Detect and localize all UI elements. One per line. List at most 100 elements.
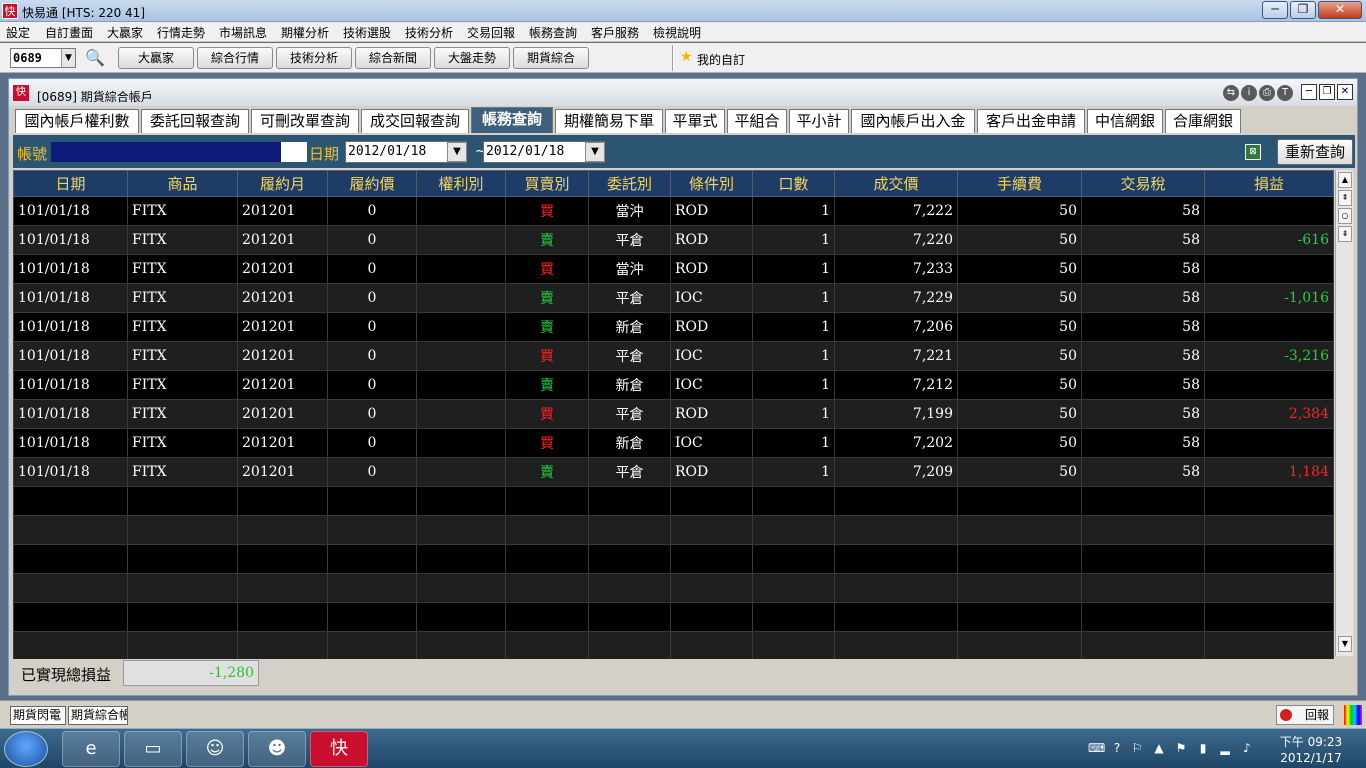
col-strike[interactable]: 履約價 <box>327 170 417 197</box>
close-button[interactable]: ✕ <box>1318 1 1362 19</box>
tab-close-combo[interactable]: 平組合 <box>727 109 787 133</box>
browser-icon[interactable]: e <box>62 731 120 767</box>
tab-fill-reports[interactable]: 成交回報查詢 <box>361 109 469 133</box>
col-fee[interactable]: 手續費 <box>957 170 1082 197</box>
tab-deposit-withdraw[interactable]: 國內帳戶出入金 <box>851 109 975 133</box>
tab-domestic-equity[interactable]: 國內帳戶權利數 <box>15 109 139 133</box>
window-minimize-button[interactable]: ─ <box>1301 84 1317 100</box>
menu-stock-screening[interactable]: 技術選股 <box>343 24 391 41</box>
col-side[interactable]: 買賣別 <box>505 170 589 197</box>
table-row[interactable]: 101/01/18 FITX 201201 0 買當沖 ROD 1 7,233 50 58 <box>13 254 1334 284</box>
table-row[interactable]: 101/01/18 FITX 201201 0 賣平倉 IOC 1 7,229 50 58 -1,0… <box>13 283 1334 313</box>
favorites-link[interactable]: 我的自訂 <box>697 51 745 68</box>
date-to-dropdown-icon[interactable]: ▼ <box>585 142 605 162</box>
tab-withdraw-request[interactable]: 客戶出金申請 <box>977 109 1085 133</box>
requery-button[interactable]: 重新查詢 <box>1277 139 1353 165</box>
menu-technical-analysis[interactable]: 技術分析 <box>405 24 453 41</box>
table-row[interactable]: 101/01/18 FITX 201201 0 賣新倉 IOC 1 7,212 50 58 <box>13 370 1334 400</box>
star-icon[interactable]: ★ <box>680 49 693 65</box>
keyboard-icon[interactable]: ⌨ <box>1088 741 1105 755</box>
menu-customer-service[interactable]: 客戶服務 <box>591 24 639 41</box>
scroll-page-down-icon[interactable]: ⇟ <box>1338 226 1352 242</box>
menu-quotes[interactable]: 行情走勢 <box>157 24 205 41</box>
col-price[interactable]: 成交價 <box>834 170 958 197</box>
print-icon[interactable]: ⎙ <box>1259 85 1275 101</box>
vertical-scrollbar[interactable]: ▲ ⇞ ○ ⇟ ▼ <box>1335 170 1353 656</box>
toolbar-technical-button[interactable]: 技術分析 <box>276 47 352 69</box>
col-tax[interactable]: 交易稅 <box>1081 170 1205 197</box>
search-icon[interactable]: 🔍 <box>84 48 106 68</box>
table-row[interactable]: 101/01/18 FITX 201201 0 買平倉 ROD 1 7,199 50 58 2,38… <box>13 399 1334 429</box>
tab-quick-order[interactable]: 期權簡易下單 <box>555 109 663 133</box>
trading-app-icon[interactable]: 快 <box>310 731 368 767</box>
tab-account-query[interactable]: 帳務查詢 <box>471 107 553 133</box>
tab-close-subtotal[interactable]: 平小計 <box>789 109 849 133</box>
network-icon[interactable]: ▂ <box>1218 741 1232 755</box>
status-tab-futures-account[interactable]: 期貨綜合帳戶 <box>68 706 128 725</box>
scroll-down-icon[interactable]: ▼ <box>1338 636 1352 652</box>
window-restore-button[interactable]: ❐ <box>1319 84 1335 100</box>
col-product[interactable]: 商品 <box>127 170 238 197</box>
help-icon[interactable]: ? <box>1110 741 1124 755</box>
info-icon[interactable]: i <box>1241 85 1257 101</box>
col-condition[interactable]: 條件別 <box>670 170 753 197</box>
table-row[interactable]: 101/01/18 FITX 201201 0 賣平倉 ROD 1 7,220 50 58 -616 <box>13 225 1334 255</box>
maximize-button[interactable]: ❐ <box>1290 1 1316 19</box>
table-row[interactable]: 101/01/18 FITX 201201 0 買新倉 IOC 1 7,202 50 58 <box>13 428 1334 458</box>
col-month[interactable]: 履約月 <box>237 170 328 197</box>
col-qty[interactable]: 口數 <box>752 170 835 197</box>
tray-expand-icon[interactable]: ▲ <box>1152 741 1166 755</box>
toolbar-big-winner-button[interactable]: 大贏家 <box>118 47 194 69</box>
scroll-page-up-icon[interactable]: ⇞ <box>1338 190 1352 206</box>
date-from-dropdown-icon[interactable]: ▼ <box>447 142 467 162</box>
export-icon[interactable]: ⊠ <box>1245 144 1261 160</box>
table-row[interactable]: 101/01/18 FITX 201201 0 買當沖 ROD 1 7,222 50 58 <box>13 196 1334 226</box>
account-field[interactable] <box>51 142 281 162</box>
cell-condition: ROD <box>670 196 753 226</box>
code-dropdown-icon[interactable]: ▼ <box>61 49 75 67</box>
menu-big-winner[interactable]: 大贏家 <box>107 24 143 41</box>
start-button[interactable] <box>4 731 48 767</box>
menu-market-news[interactable]: 市場訊息 <box>219 24 267 41</box>
ime-icon[interactable]: ⚐ <box>1130 741 1144 755</box>
table-row[interactable]: 101/01/18 FITX 201201 0 買平倉 IOC 1 7,221 50 58 -3,2… <box>13 341 1334 371</box>
tab-modifiable-orders[interactable]: 可刪改單查詢 <box>251 109 359 133</box>
clock-time[interactable]: 下午 09:23 <box>1276 733 1346 750</box>
empty-cell <box>752 486 835 516</box>
messenger-icon[interactable]: ☺ <box>186 731 244 767</box>
text-icon[interactable]: T <box>1277 85 1293 101</box>
toolbar-market-button[interactable]: 綜合行情 <box>197 47 273 69</box>
scroll-up-icon[interactable]: ▲ <box>1338 172 1352 188</box>
toolbar-futures-button[interactable]: 期貨綜合 <box>513 47 589 69</box>
tab-ctbc-bank[interactable]: 中信網銀 <box>1087 109 1163 133</box>
tab-close-single[interactable]: 平單式 <box>665 109 725 133</box>
game-icon[interactable]: ☻ <box>248 731 306 767</box>
menu-trade-reports[interactable]: 交易回報 <box>467 24 515 41</box>
flag-icon[interactable]: ⚑ <box>1174 741 1188 755</box>
tab-tcb-bank[interactable]: 合庫網銀 <box>1165 109 1241 133</box>
color-palette-icon[interactable] <box>1344 705 1362 725</box>
window-close-button[interactable]: ✕ <box>1337 84 1353 100</box>
menu-custom-screen[interactable]: 自訂畫面 <box>45 24 93 41</box>
menu-help[interactable]: 檢視說明 <box>653 24 701 41</box>
status-tab-futures-flash[interactable]: 期貨閃電 <box>10 706 66 725</box>
link-icon[interactable]: ⇆ <box>1223 85 1239 101</box>
folder-icon[interactable]: ▭ <box>124 731 182 767</box>
toolbar-index-button[interactable]: 大盤走勢 <box>434 47 510 69</box>
volume-icon[interactable]: ♪ <box>1240 741 1254 755</box>
toolbar-news-button[interactable]: 綜合新聞 <box>355 47 431 69</box>
minimize-button[interactable]: ─ <box>1262 1 1288 19</box>
scroll-thumb[interactable]: ○ <box>1338 208 1352 224</box>
menu-settings[interactable]: 設定 <box>6 24 30 41</box>
clock-date[interactable]: 2012/1/17 <box>1276 751 1346 765</box>
table-row[interactable]: 101/01/18 FITX 201201 0 賣平倉 ROD 1 7,209 50 58 1,18… <box>13 457 1334 487</box>
table-row[interactable]: 101/01/18 FITX 201201 0 賣新倉 ROD 1 7,206 50 58 <box>13 312 1334 342</box>
menu-account-query[interactable]: 帳務查詢 <box>529 24 577 41</box>
col-pnl[interactable]: 損益 <box>1204 170 1334 197</box>
col-right[interactable]: 權利別 <box>416 170 506 197</box>
col-date[interactable]: 日期 <box>13 170 128 197</box>
col-order-type[interactable]: 委託別 <box>588 170 671 197</box>
usb-icon[interactable]: ▮ <box>1196 741 1210 755</box>
tab-order-reports[interactable]: 委託回報查詢 <box>141 109 249 133</box>
menu-options-analysis[interactable]: 期權分析 <box>281 24 329 41</box>
